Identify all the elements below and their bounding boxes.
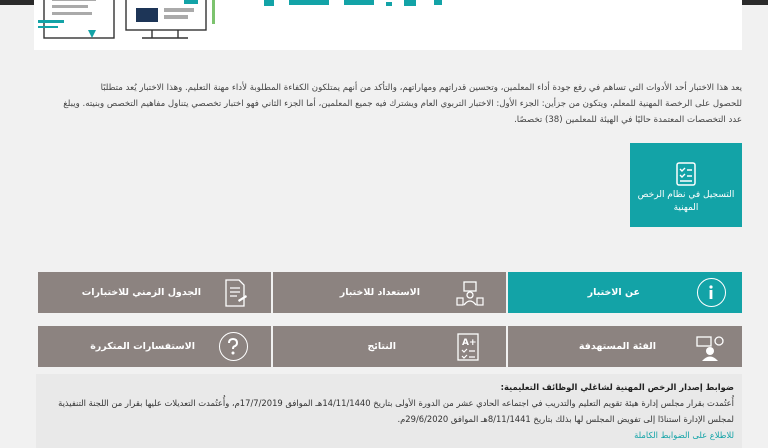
register-license-button[interactable]: التسجيل في نظام الرخص المهنية [630, 143, 742, 227]
document-icon [225, 279, 247, 307]
study-icon [456, 281, 484, 306]
header-banner [34, 0, 742, 50]
notice-line: أُعتُمدت بقرار مجلس إدارة هيئة تقويم الت… [58, 398, 734, 408]
tile-label: الاستعداد للاختبار [339, 287, 420, 298]
tile-label: الفئة المستهدفة [578, 341, 656, 352]
notice-more-link[interactable]: للاطلاع على الضوابط الكاملة [44, 427, 734, 443]
tile-exam-schedule[interactable]: الجدول الزمني للاختبارات [38, 272, 271, 313]
license-rules-notice: ضوابط إصدار الرخص المهنية لشاغلي الوظائف… [36, 374, 742, 448]
tile-test-preparation[interactable]: الاستعداد للاختبار [273, 272, 506, 313]
tile-label: الجدول الزمني للاختبارات [81, 287, 201, 298]
checklist-icon [676, 162, 696, 186]
svg-text:A+: A+ [462, 338, 477, 348]
question-icon [219, 332, 248, 361]
tile-label: الاستفسارات المتكررة [90, 341, 195, 352]
notice-line: لمجلس الإدارة استنادًا إلى تفويض المجلس … [397, 414, 734, 424]
register-label: التسجيل في نظام الرخص المهنية [637, 190, 735, 213]
banner-illustration-icon [38, 0, 442, 39]
tile-faq[interactable]: الاستفسارات المتكررة [38, 326, 271, 367]
tile-label: عن الاختبار [587, 287, 640, 298]
tile-results[interactable]: A+ النتائج [273, 326, 506, 367]
notice-title: ضوابط إصدار الرخص المهنية لشاغلي الوظائف… [500, 382, 734, 392]
intro-line: للحصول على الرخصة المهنية للمعلم، ويتكون… [63, 99, 742, 109]
tile-label: النتائج [367, 341, 396, 352]
teacher-icon [696, 336, 724, 361]
intro-line: عدد التخصصات المعتمدة حاليًا في الهيئة ل… [514, 115, 742, 125]
results-sheet-icon: A+ [457, 333, 479, 361]
tile-about-test[interactable]: عن الاختبار [508, 272, 742, 313]
intro-paragraph: يعد هذا الاختبار أحد الأدوات التي تساهم … [38, 80, 742, 128]
tile-target-group[interactable]: الفئة المستهدفة [508, 326, 742, 367]
intro-line: يعد هذا الاختبار أحد الأدوات التي تساهم … [100, 83, 742, 93]
info-icon [697, 278, 726, 307]
